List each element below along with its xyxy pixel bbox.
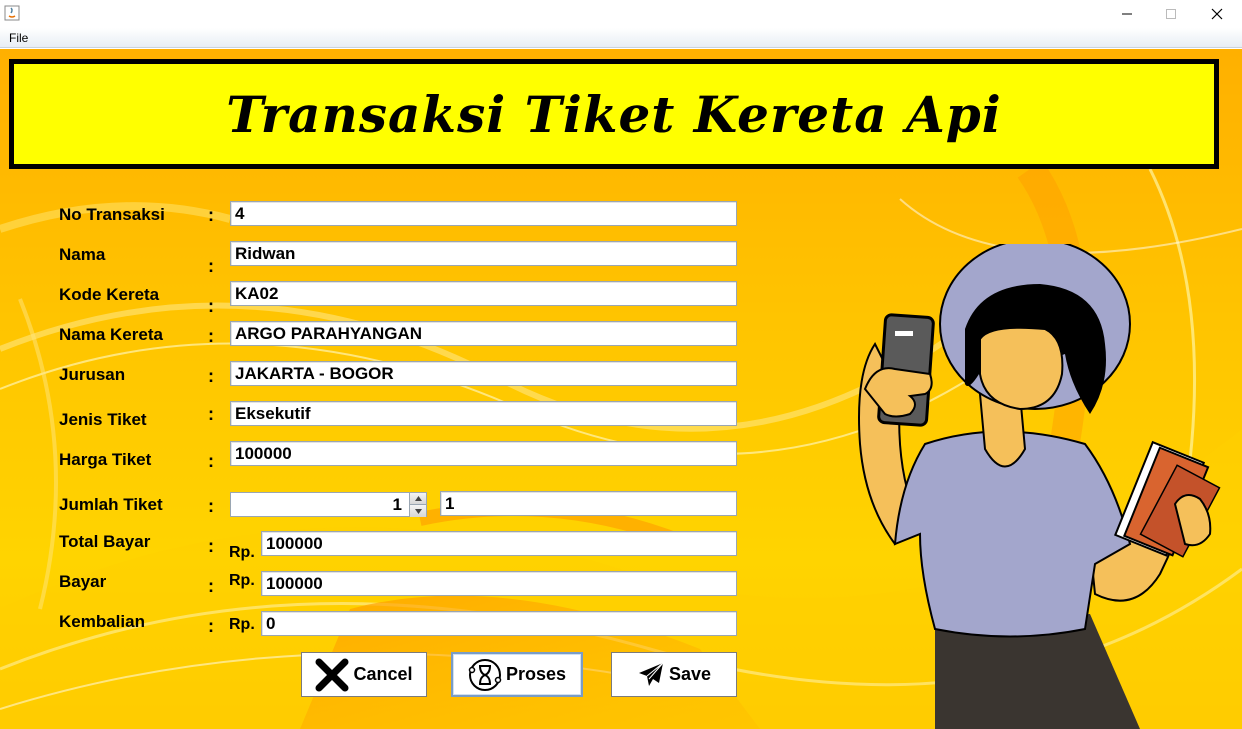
colon-separator: : [208, 496, 214, 516]
bayar-field[interactable]: 100000 [261, 571, 737, 596]
colon-separator: : [208, 296, 214, 316]
title-banner: Transaksi Tiket Kereta Api [9, 59, 1219, 169]
colon-separator: : [208, 366, 214, 386]
close-icon [1211, 8, 1223, 20]
hourglass-icon [468, 658, 502, 691]
kembalian-field[interactable]: 0 [261, 611, 737, 636]
window-titlebar [0, 0, 1242, 28]
spinner-value: 1 [392, 495, 402, 514]
proses-button-label: Proses [505, 664, 567, 684]
spinner-down-button[interactable] [409, 505, 426, 517]
maximize-icon [1166, 9, 1176, 19]
paper-plane-icon [638, 662, 664, 686]
spinner-up-button[interactable] [409, 493, 426, 505]
java-app-icon [4, 5, 20, 21]
label-nama: Nama [59, 245, 106, 264]
proses-button[interactable]: Proses [451, 652, 583, 697]
minimize-button[interactable] [1104, 2, 1150, 26]
x-icon [315, 658, 349, 691]
nama-field[interactable]: Ridwan [230, 241, 737, 266]
currency-prefix: Rp. [229, 544, 255, 561]
no-transaksi-field[interactable]: 4 [230, 201, 737, 226]
label-jurusan: Jurusan [59, 365, 126, 384]
nama-kereta-field[interactable]: ARGO PARAHYANGAN [230, 321, 737, 346]
arrow-down-icon [414, 508, 422, 514]
harga-tiket-field[interactable]: 100000 [230, 441, 737, 466]
label-no-transaksi: No Transaksi [59, 205, 165, 224]
label-kembalian: Kembalian [59, 612, 145, 631]
label-jumlah-tiket: Jumlah Tiket [59, 495, 163, 514]
colon-separator: : [208, 616, 214, 636]
menu-file[interactable]: File [9, 31, 28, 45]
currency-prefix: Rp. [229, 572, 255, 589]
label-bayar: Bayar [59, 572, 107, 591]
label-nama-kereta: Nama Kereta [59, 325, 163, 344]
page-title: Transaksi Tiket Kereta Api [226, 84, 1002, 144]
colon-separator: : [208, 536, 214, 556]
save-button[interactable]: Save [611, 652, 737, 697]
label-total-bayar: Total Bayar [59, 532, 151, 551]
label-harga-tiket: Harga Tiket [59, 450, 152, 469]
cancel-button[interactable]: Cancel [301, 652, 427, 697]
jumlah-tiket-spinner[interactable]: 1 [230, 492, 427, 517]
colon-separator: : [208, 205, 214, 225]
kode-kereta-field[interactable]: KA02 [230, 281, 737, 306]
colon-separator: : [208, 326, 214, 346]
close-button[interactable] [1194, 2, 1240, 26]
woman-with-phone-illustration [858, 244, 1221, 729]
minimize-icon [1122, 13, 1132, 15]
colon-separator: : [208, 404, 214, 424]
jurusan-field[interactable]: JAKARTA - BOGOR [230, 361, 737, 386]
menu-bar: File [0, 28, 1242, 48]
label-jenis-tiket: Jenis Tiket [59, 410, 147, 429]
total-bayar-field[interactable]: 100000 [261, 531, 737, 556]
maximize-button[interactable] [1148, 2, 1194, 26]
jumlah-tiket-field[interactable]: 1 [440, 491, 737, 516]
currency-prefix: Rp. [229, 616, 255, 633]
colon-separator: : [208, 451, 214, 471]
label-kode-kereta: Kode Kereta [59, 285, 160, 304]
arrow-up-icon [414, 496, 422, 501]
cancel-button-label: Cancel [353, 664, 413, 684]
colon-separator: : [208, 256, 214, 276]
save-button-label: Save [668, 664, 712, 684]
main-panel: Transaksi Tiket Kereta Api No Transaksi … [0, 49, 1242, 729]
jenis-tiket-field[interactable]: Eksekutif [230, 401, 737, 426]
colon-separator: : [208, 576, 214, 596]
